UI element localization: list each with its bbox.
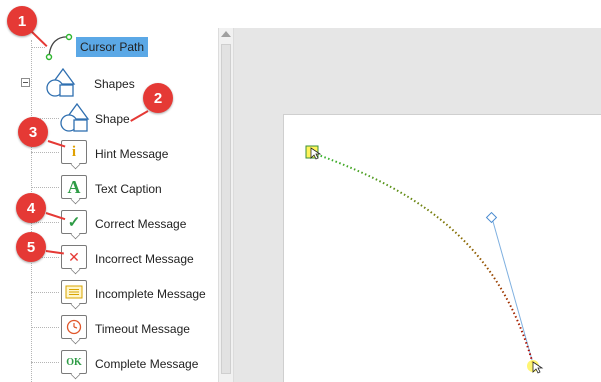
callout-badge-1: 1 (7, 6, 37, 36)
callout-badge-2: 2 (143, 83, 173, 113)
cursor-path-curve[interactable] (312, 152, 534, 365)
cursor-path-overlay (305, 145, 544, 374)
callout-badge-3: 3 (18, 117, 48, 147)
tangent-handle-line (491, 217, 533, 361)
callout-badge-4: 4 (16, 193, 46, 223)
callout-badge-5: 5 (16, 232, 46, 262)
bezier-handle[interactable] (485, 211, 498, 224)
